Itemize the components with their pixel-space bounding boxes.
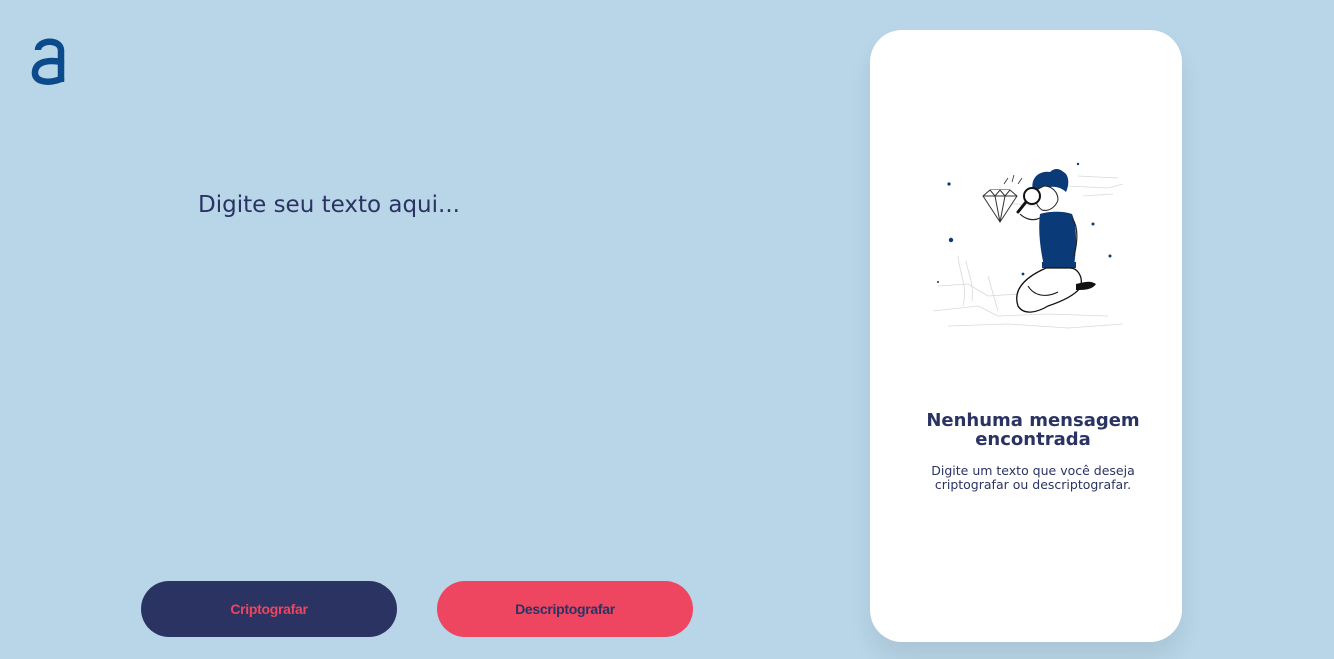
encrypt-button[interactable]: Criptografar xyxy=(141,581,397,637)
empty-state-description: Digite um texto que você deseja criptogr… xyxy=(870,464,1196,492)
empty-state-description-line1: Digite um texto que você deseja xyxy=(931,463,1135,478)
message-text-input[interactable] xyxy=(196,190,760,534)
empty-state-title-line1: Nenhuma mensagem xyxy=(926,410,1140,431)
output-panel: Nenhuma mensagem encontrada Digite um te… xyxy=(870,30,1182,642)
alura-logo-icon[interactable] xyxy=(30,34,68,86)
person-magnifying-glass-illustration xyxy=(932,162,1124,329)
app-page: Criptografar Descriptografar xyxy=(0,0,1334,659)
empty-state-title: Nenhuma mensagem encontrada xyxy=(870,411,1196,449)
empty-state-description-line2: criptografar ou descriptografar. xyxy=(934,477,1132,492)
empty-state-title-line2: encontrada xyxy=(975,429,1091,450)
encrypt-button-label: Criptografar xyxy=(230,601,308,617)
decrypt-button-label: Descriptografar xyxy=(515,601,615,617)
decrypt-button[interactable]: Descriptografar xyxy=(437,581,693,637)
